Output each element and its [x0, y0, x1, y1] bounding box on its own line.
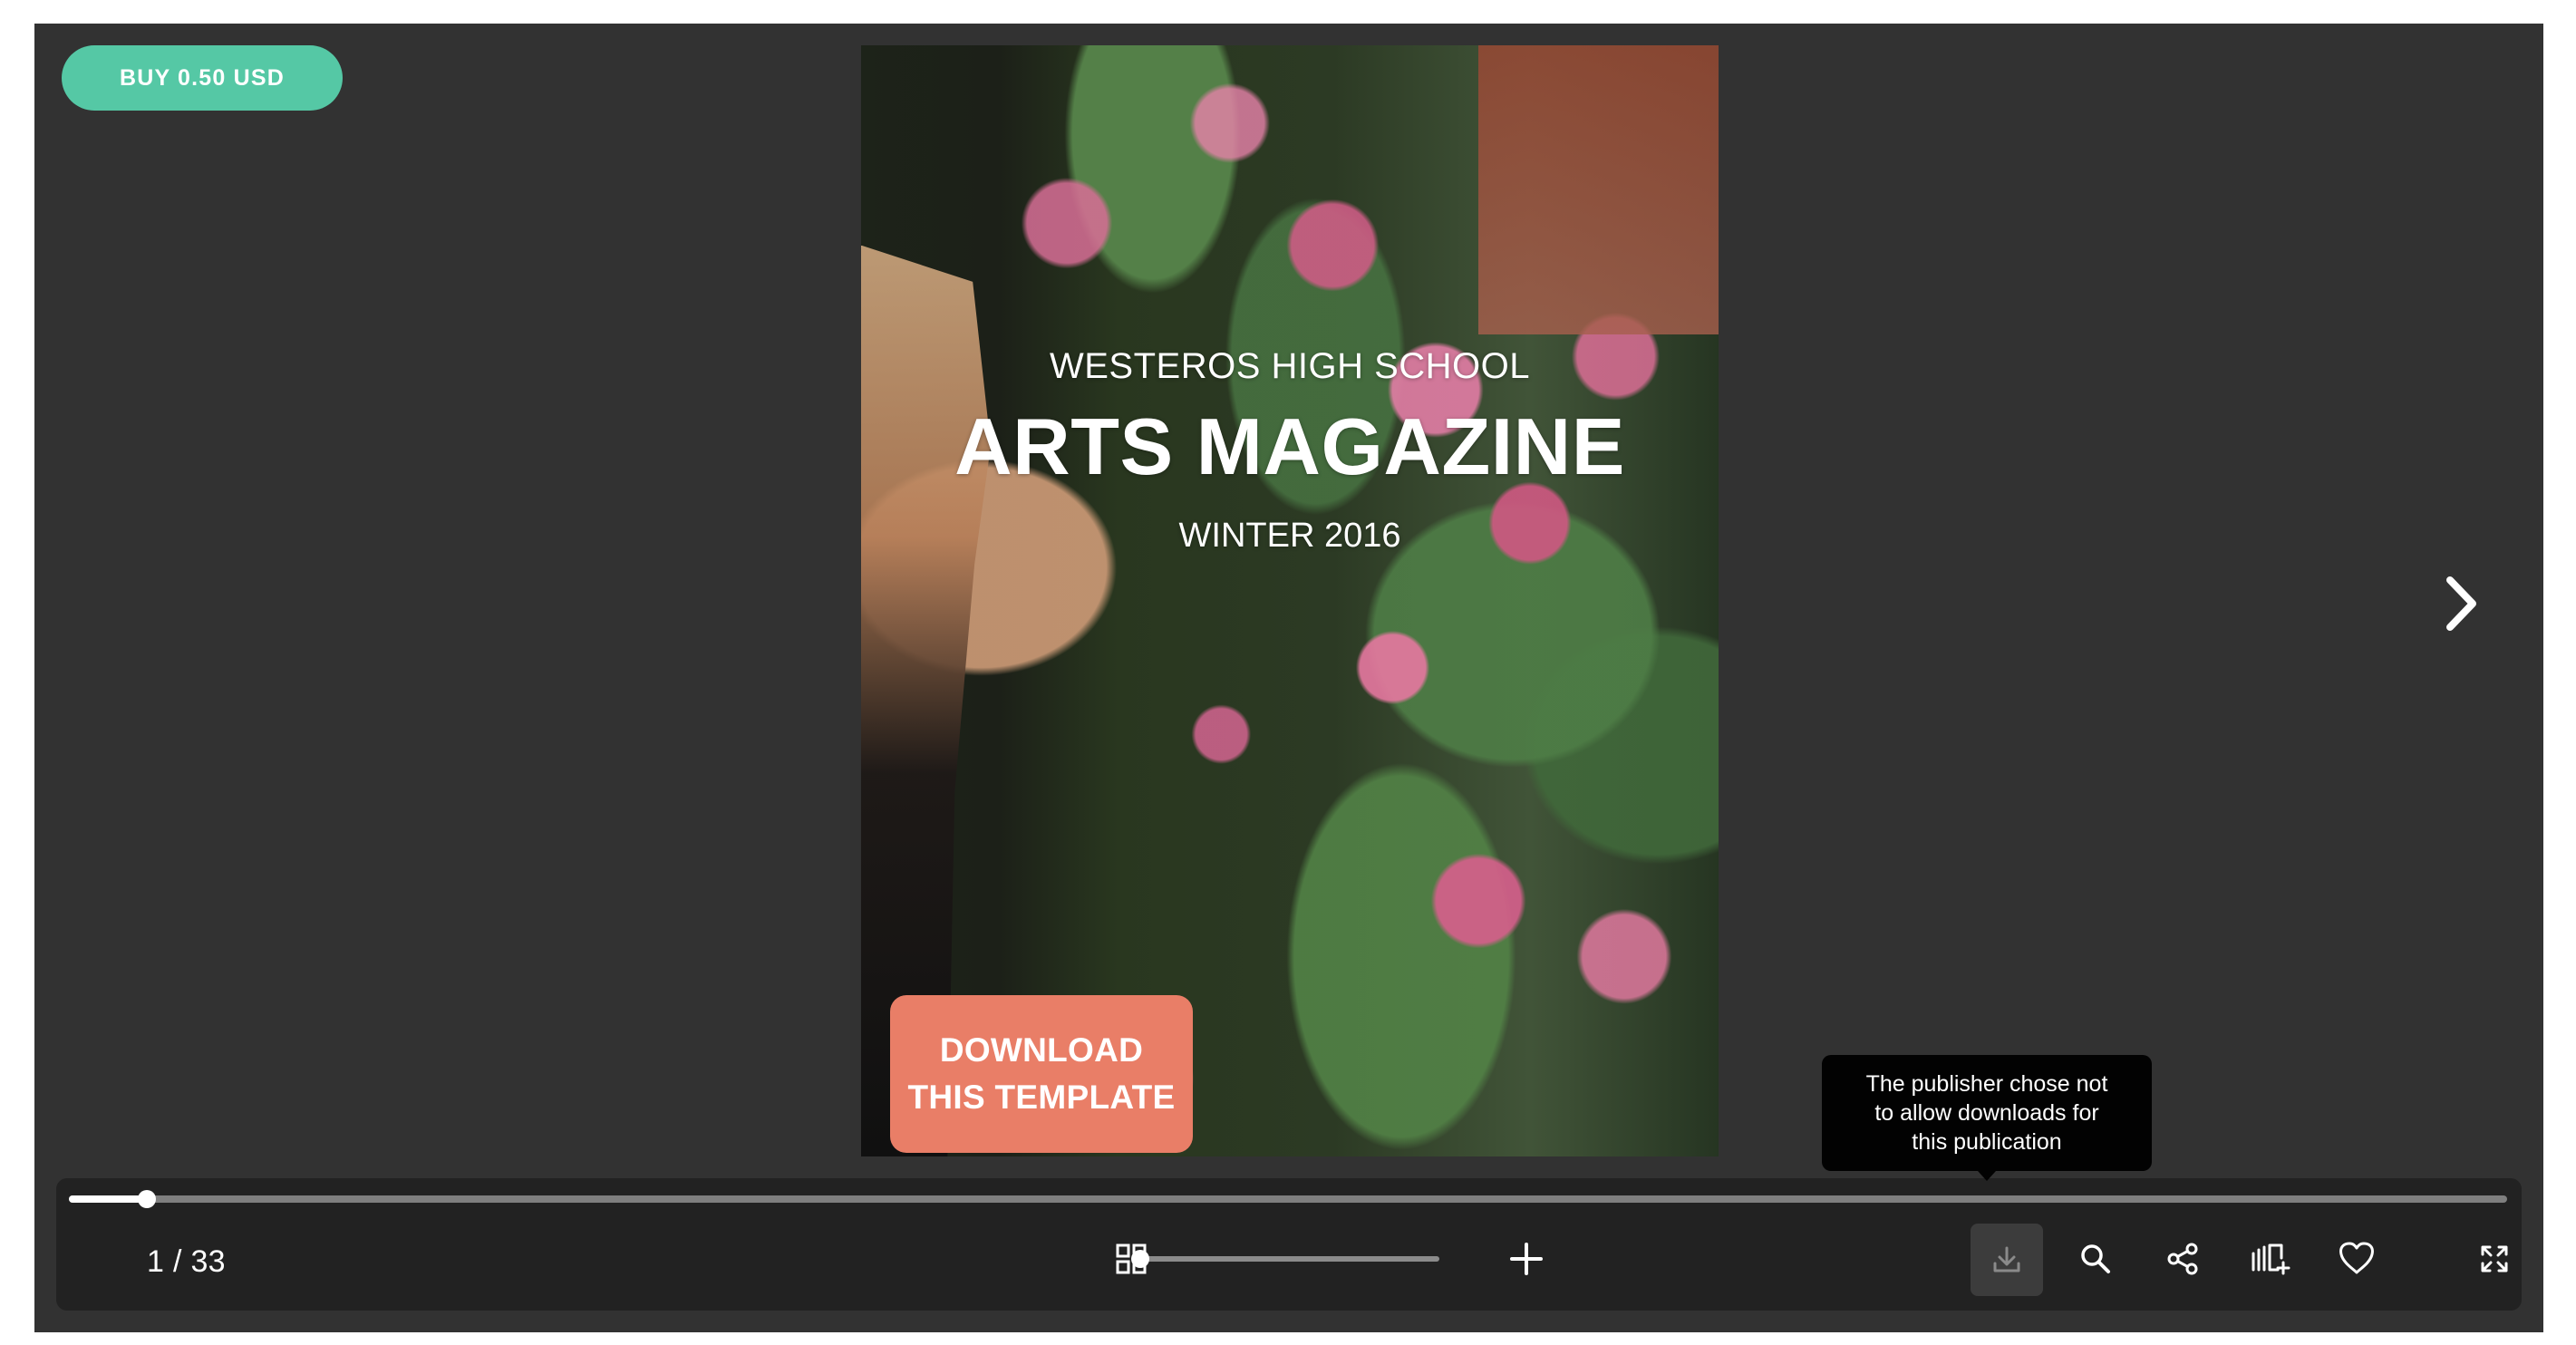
add-to-collection-button[interactable] [2233, 1223, 2306, 1295]
download-template-badge: DOWNLOAD THIS TEMPLATE [890, 995, 1193, 1153]
magazine-cover-page: WESTEROS HIGH SCHOOL ARTS MAGAZINE WINTE… [861, 45, 1719, 1156]
download-button[interactable] [1971, 1224, 2043, 1296]
share-icon [2167, 1243, 2198, 1275]
viewer-toolbar: 1 / 33 [56, 1178, 2522, 1311]
download-disabled-tooltip: The publisher chose not to allow downloa… [1822, 1055, 2152, 1171]
page-progress-handle[interactable] [138, 1190, 157, 1208]
fullscreen-button[interactable] [2458, 1223, 2531, 1295]
search-button[interactable] [2059, 1223, 2132, 1295]
page-progress-fill [69, 1195, 148, 1203]
zoom-slider-handle[interactable] [1131, 1250, 1149, 1268]
zoom-in-button[interactable] [1490, 1223, 1563, 1295]
add-to-collection-icon [2252, 1243, 2290, 1275]
tooltip-line-1: The publisher chose not [1865, 1071, 2108, 1097]
chevron-right-icon [2446, 576, 2476, 631]
download-icon [1993, 1246, 2020, 1272]
fullscreen-icon [2481, 1245, 2508, 1272]
magazine-season: WINTER 2016 [1178, 517, 1401, 555]
magazine-overline: WESTEROS HIGH SCHOOL [1049, 346, 1531, 386]
magazine-title: ARTS MAGAZINE [954, 402, 1625, 491]
tooltip-line-2: to allow downloads for [1874, 1100, 2099, 1126]
like-button[interactable] [2320, 1223, 2393, 1295]
tooltip-line-3: this publication [1912, 1129, 2062, 1155]
plus-icon [1510, 1243, 1543, 1275]
page-counter: 1 / 33 [147, 1244, 226, 1279]
next-page-button[interactable] [2426, 567, 2498, 640]
search-icon [2081, 1244, 2110, 1273]
buy-button[interactable]: BUY 0.50 USD [62, 45, 343, 111]
download-template-line-1: DOWNLOAD [939, 1031, 1144, 1069]
heart-icon [2339, 1242, 2374, 1274]
download-template-line-2: THIS TEMPLATE [907, 1079, 1176, 1116]
share-button[interactable] [2146, 1223, 2219, 1295]
page-progress-slider[interactable] [69, 1190, 2507, 1208]
zoom-slider[interactable] [1131, 1250, 1439, 1268]
publication-viewer: BUY 0.50 USD WESTEROS HIGH SCHOOL ARTS M… [34, 24, 2543, 1332]
